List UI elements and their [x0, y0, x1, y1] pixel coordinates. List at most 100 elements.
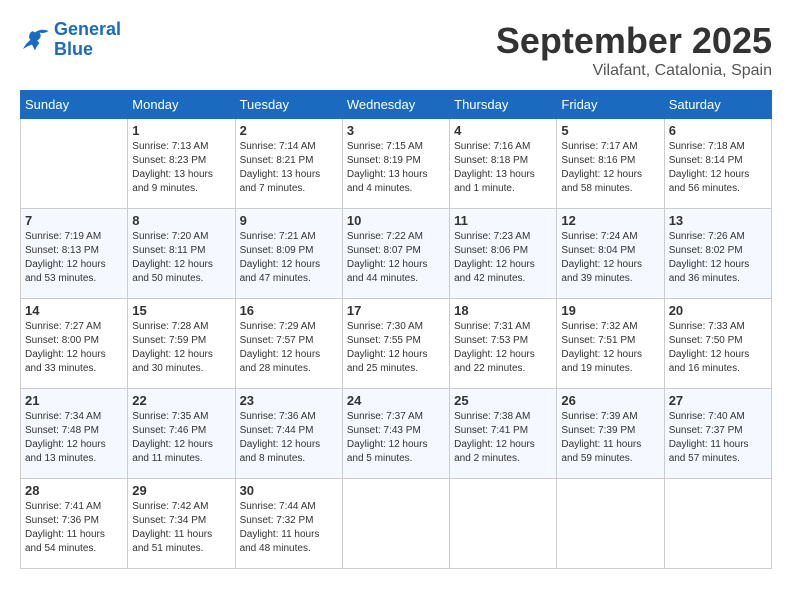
calendar-cell: 19 Sunrise: 7:32 AM Sunset: 7:51 PM Dayli… [557, 299, 664, 389]
calendar-cell: 5 Sunrise: 7:17 AM Sunset: 8:16 PM Daylig… [557, 119, 664, 209]
day-info: Sunrise: 7:21 AM Sunset: 8:09 PM Dayligh… [240, 230, 338, 286]
calendar-cell [342, 479, 449, 569]
title-block: September 2025 Vilafant, Catalonia, Spai… [496, 20, 772, 80]
calendar-week-row: 28 Sunrise: 7:41 AM Sunset: 7:36 PM Dayli… [21, 479, 772, 569]
day-number: 2 [240, 123, 338, 138]
calendar-week-row: 14Sunrise: 7:27 AM Sunset: 8:00 PM Dayli… [21, 299, 772, 389]
calendar-cell: 26Sunrise: 7:39 AM Sunset: 7:39 PM Dayli… [557, 389, 664, 479]
calendar-cell [557, 479, 664, 569]
weekday-header: Friday [557, 91, 664, 119]
day-info: Sunrise: 7:41 AM Sunset: 7:36 PM Dayligh… [25, 500, 123, 556]
day-info: Sunrise: 7:36 AM Sunset: 7:44 PM Dayligh… [240, 410, 338, 466]
calendar-cell: 24 Sunrise: 7:37 AM Sunset: 7:43 PM Dayli… [342, 389, 449, 479]
day-number: 30 [240, 483, 338, 498]
weekday-header-row: SundayMondayTuesdayWednesdayThursdayFrid… [21, 91, 772, 119]
weekday-header: Tuesday [235, 91, 342, 119]
day-info: Sunrise: 7:16 AM Sunset: 8:18 PM Dayligh… [454, 140, 552, 196]
day-info: Sunrise: 7:20 AM Sunset: 8:11 PM Dayligh… [132, 230, 230, 286]
calendar-cell: 14Sunrise: 7:27 AM Sunset: 8:00 PM Dayli… [21, 299, 128, 389]
calendar-cell: 22Sunrise: 7:35 AM Sunset: 7:46 PM Dayli… [128, 389, 235, 479]
calendar-cell: 1Sunrise: 7:13 AM Sunset: 8:23 PM Daylig… [128, 119, 235, 209]
day-number: 18 [454, 303, 552, 318]
day-number: 5 [561, 123, 659, 138]
calendar-week-row: 21 Sunrise: 7:34 AM Sunset: 7:48 PM Dayli… [21, 389, 772, 479]
calendar-cell: 8 Sunrise: 7:20 AM Sunset: 8:11 PM Daylig… [128, 209, 235, 299]
calendar-cell: 9 Sunrise: 7:21 AM Sunset: 8:09 PM Daylig… [235, 209, 342, 299]
calendar-cell: 7Sunrise: 7:19 AM Sunset: 8:13 PM Daylig… [21, 209, 128, 299]
day-number: 13 [669, 213, 767, 228]
location: Vilafant, Catalonia, Spain [496, 62, 772, 80]
calendar-cell: 30 Sunrise: 7:44 AM Sunset: 7:32 PM Dayli… [235, 479, 342, 569]
calendar-week-row: 7Sunrise: 7:19 AM Sunset: 8:13 PM Daylig… [21, 209, 772, 299]
calendar-cell: 23 Sunrise: 7:36 AM Sunset: 7:44 PM Dayli… [235, 389, 342, 479]
day-number: 10 [347, 213, 445, 228]
weekday-header: Sunday [21, 91, 128, 119]
calendar-cell: 11 Sunrise: 7:23 AM Sunset: 8:06 PM Dayli… [450, 209, 557, 299]
day-number: 8 [132, 213, 230, 228]
logo-text: General Blue [54, 20, 121, 60]
day-number: 25 [454, 393, 552, 408]
day-number: 16 [240, 303, 338, 318]
day-info: Sunrise: 7:23 AM Sunset: 8:06 PM Dayligh… [454, 230, 552, 286]
day-info: Sunrise: 7:32 AM Sunset: 7:51 PM Dayligh… [561, 320, 659, 376]
day-number: 4 [454, 123, 552, 138]
day-number: 24 [347, 393, 445, 408]
month-title: September 2025 [496, 20, 772, 62]
day-info: Sunrise: 7:44 AM Sunset: 7:32 PM Dayligh… [240, 500, 338, 556]
day-number: 12 [561, 213, 659, 228]
day-info: Sunrise: 7:40 AM Sunset: 7:37 PM Dayligh… [669, 410, 767, 466]
day-info: Sunrise: 7:18 AM Sunset: 8:14 PM Dayligh… [669, 140, 767, 196]
calendar-table: SundayMondayTuesdayWednesdayThursdayFrid… [20, 90, 772, 569]
calendar-cell: 29 Sunrise: 7:42 AM Sunset: 7:34 PM Dayli… [128, 479, 235, 569]
weekday-header: Wednesday [342, 91, 449, 119]
calendar-cell: 18Sunrise: 7:31 AM Sunset: 7:53 PM Dayli… [450, 299, 557, 389]
day-info: Sunrise: 7:17 AM Sunset: 8:16 PM Dayligh… [561, 140, 659, 196]
day-number: 3 [347, 123, 445, 138]
calendar-cell: 13 Sunrise: 7:26 AM Sunset: 8:02 PM Dayli… [664, 209, 771, 299]
logo: General Blue [20, 20, 121, 60]
day-number: 14 [25, 303, 123, 318]
calendar-week-row: 1Sunrise: 7:13 AM Sunset: 8:23 PM Daylig… [21, 119, 772, 209]
day-number: 15 [132, 303, 230, 318]
day-number: 9 [240, 213, 338, 228]
day-info: Sunrise: 7:24 AM Sunset: 8:04 PM Dayligh… [561, 230, 659, 286]
day-number: 23 [240, 393, 338, 408]
day-info: Sunrise: 7:22 AM Sunset: 8:07 PM Dayligh… [347, 230, 445, 286]
day-number: 28 [25, 483, 123, 498]
day-info: Sunrise: 7:34 AM Sunset: 7:48 PM Dayligh… [25, 410, 123, 466]
calendar-cell: 2Sunrise: 7:14 AM Sunset: 8:21 PM Daylig… [235, 119, 342, 209]
day-number: 11 [454, 213, 552, 228]
day-number: 21 [25, 393, 123, 408]
day-number: 19 [561, 303, 659, 318]
calendar-cell: 4 Sunrise: 7:16 AM Sunset: 8:18 PM Daylig… [450, 119, 557, 209]
day-number: 20 [669, 303, 767, 318]
calendar-cell: 17Sunrise: 7:30 AM Sunset: 7:55 PM Dayli… [342, 299, 449, 389]
day-number: 26 [561, 393, 659, 408]
day-info: Sunrise: 7:15 AM Sunset: 8:19 PM Dayligh… [347, 140, 445, 196]
day-info: Sunrise: 7:29 AM Sunset: 7:57 PM Dayligh… [240, 320, 338, 376]
calendar-cell [664, 479, 771, 569]
calendar-cell [450, 479, 557, 569]
day-info: Sunrise: 7:19 AM Sunset: 8:13 PM Dayligh… [25, 230, 123, 286]
day-info: Sunrise: 7:35 AM Sunset: 7:46 PM Dayligh… [132, 410, 230, 466]
logo-line1: General [54, 19, 121, 39]
page-header: General Blue September 2025 Vilafant, Ca… [20, 20, 772, 80]
day-number: 17 [347, 303, 445, 318]
day-info: Sunrise: 7:42 AM Sunset: 7:34 PM Dayligh… [132, 500, 230, 556]
calendar-cell: 16 Sunrise: 7:29 AM Sunset: 7:57 PM Dayli… [235, 299, 342, 389]
calendar-cell: 28 Sunrise: 7:41 AM Sunset: 7:36 PM Dayli… [21, 479, 128, 569]
calendar-cell: 21 Sunrise: 7:34 AM Sunset: 7:48 PM Dayli… [21, 389, 128, 479]
day-info: Sunrise: 7:37 AM Sunset: 7:43 PM Dayligh… [347, 410, 445, 466]
logo-line2: Blue [54, 39, 93, 59]
day-info: Sunrise: 7:33 AM Sunset: 7:50 PM Dayligh… [669, 320, 767, 376]
calendar-cell: 12 Sunrise: 7:24 AM Sunset: 8:04 PM Dayli… [557, 209, 664, 299]
weekday-header: Saturday [664, 91, 771, 119]
calendar-cell: 20 Sunrise: 7:33 AM Sunset: 7:50 PM Dayli… [664, 299, 771, 389]
calendar-cell: 10 Sunrise: 7:22 AM Sunset: 8:07 PM Dayli… [342, 209, 449, 299]
calendar-cell: 3 Sunrise: 7:15 AM Sunset: 8:19 PM Daylig… [342, 119, 449, 209]
calendar-cell: 25Sunrise: 7:38 AM Sunset: 7:41 PM Dayli… [450, 389, 557, 479]
day-info: Sunrise: 7:26 AM Sunset: 8:02 PM Dayligh… [669, 230, 767, 286]
day-info: Sunrise: 7:13 AM Sunset: 8:23 PM Dayligh… [132, 140, 230, 196]
day-number: 29 [132, 483, 230, 498]
calendar-cell [21, 119, 128, 209]
